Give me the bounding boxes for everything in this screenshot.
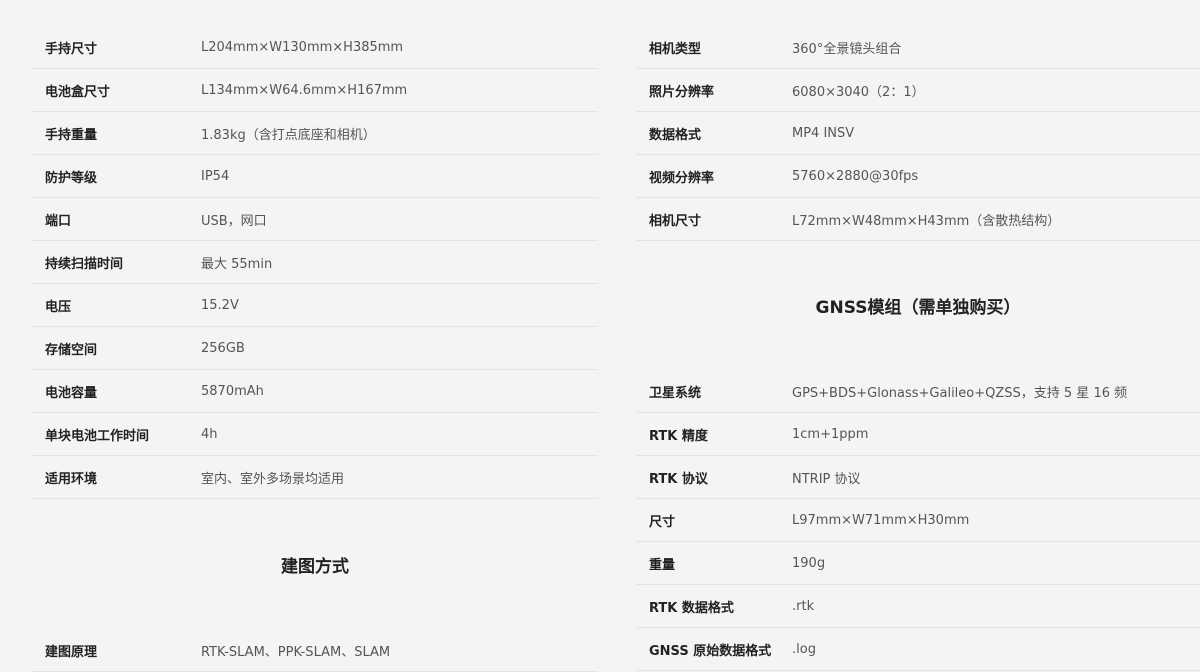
spec-label: 重量 xyxy=(649,557,676,573)
spec-row: 视频分辨率 5760×2880@30fps xyxy=(636,155,1200,198)
spec-row: 重量 190g xyxy=(636,542,1200,585)
spec-row: 存储空间 256GB xyxy=(32,327,598,370)
spec-value: 最大 55min xyxy=(201,256,273,272)
spec-value: 5760×2880@30fps xyxy=(792,168,919,184)
spec-label: 相机尺寸 xyxy=(649,213,702,229)
spec-label: GNSS 原始数据格式 xyxy=(649,643,772,659)
spec-row: 防护等级 IP54 xyxy=(32,155,598,198)
spec-value: .rtk xyxy=(792,598,815,614)
spec-value: .log xyxy=(792,641,816,657)
spec-value: RTK-SLAM、PPK-SLAM、SLAM xyxy=(201,644,391,660)
spec-value: L72mm×W48mm×H43mm（含散热结构） xyxy=(792,213,1061,229)
spec-label: 电池容量 xyxy=(45,385,98,401)
spec-row: 相机尺寸 L72mm×W48mm×H43mm（含散热结构） xyxy=(636,198,1200,241)
spec-label: 相机类型 xyxy=(649,41,702,57)
spec-label: 电压 xyxy=(45,299,72,315)
spec-row: 单块电池工作时间 4h xyxy=(32,413,598,456)
left-spec-table: 手持尺寸 L204mm×W130mm×H385mm 电池盒尺寸 L134mm×W64… xyxy=(32,26,598,499)
spec-value: 190g xyxy=(792,555,826,571)
spec-value: L204mm×W130mm×H385mm xyxy=(201,39,404,55)
spec-row: RTK 数据格式 .rtk xyxy=(636,585,1200,628)
spec-label: RTK 协议 xyxy=(649,471,708,487)
spec-label: 尺寸 xyxy=(649,514,676,530)
spec-row: 卫星系统 GPS+BDS+Glonass+Galileo+QZSS，支持 5 星 … xyxy=(636,370,1200,413)
spec-row: 持续扫描时间 最大 55min xyxy=(32,241,598,284)
spec-label: RTK 数据格式 xyxy=(649,600,734,616)
spec-row: 相机类型 360°全景镜头组合 xyxy=(636,26,1200,69)
spec-value: L134mm×W64.6mm×H167mm xyxy=(201,82,408,98)
spec-value: 6080×3040（2：1） xyxy=(792,84,925,100)
spec-row: 端口 USB，网口 xyxy=(32,198,598,241)
spec-row: RTK 精度 1cm+1ppm xyxy=(636,413,1200,456)
spec-value: L97mm×W71mm×H30mm xyxy=(792,512,970,528)
spec-row: 手持尺寸 L204mm×W130mm×H385mm xyxy=(32,26,598,69)
spec-label: 防护等级 xyxy=(45,170,98,186)
spec-label: RTK 精度 xyxy=(649,428,708,444)
spec-row: 尺寸 L97mm×W71mm×H30mm xyxy=(636,499,1200,542)
spec-value: 256GB xyxy=(201,340,245,356)
spec-label: 适用环境 xyxy=(45,471,98,487)
spec-label: 单块电池工作时间 xyxy=(45,428,150,444)
left-spec-column: 手持尺寸 L204mm×W130mm×H385mm 电池盒尺寸 L134mm×W64… xyxy=(32,26,598,672)
section-title-gnss-module: GNSS模组（需单独购买） xyxy=(815,298,1021,318)
camera-spec-table: 相机类型 360°全景镜头组合 照片分辨率 6080×3040（2：1） 数据格式 M… xyxy=(636,26,1200,241)
spec-label: 存储空间 xyxy=(45,342,98,358)
spec-value: 360°全景镜头组合 xyxy=(792,41,902,57)
spec-row: 手持重量 1.83kg（含打点底座和相机） xyxy=(32,112,598,155)
spec-row: 电池容量 5870mAh xyxy=(32,370,598,413)
right-spec-column: 相机类型 360°全景镜头组合 照片分辨率 6080×3040（2：1） 数据格式 M… xyxy=(636,26,1200,671)
gnss-spec-table: 卫星系统 GPS+BDS+Glonass+Galileo+QZSS，支持 5 星 … xyxy=(636,370,1200,671)
spec-label: 手持尺寸 xyxy=(45,41,98,57)
spec-label: 持续扫描时间 xyxy=(45,256,124,272)
spec-row: 照片分辨率 6080×3040（2：1） xyxy=(636,69,1200,112)
spec-row: 电压 15.2V xyxy=(32,284,598,327)
spec-value: 15.2V xyxy=(201,297,239,313)
spec-label: 建图原理 xyxy=(45,644,98,660)
section-title-mapping-method: 建图方式 xyxy=(281,556,349,577)
spec-label: 视频分辨率 xyxy=(649,170,715,186)
spec-row: RTK 协议 NTRIP 协议 xyxy=(636,456,1200,499)
spec-row: 数据格式 MP4 INSV xyxy=(636,112,1200,155)
spec-page: 手持尺寸 L204mm×W130mm×H385mm 电池盒尺寸 L134mm×W64… xyxy=(0,0,1200,672)
spec-value: 1.83kg（含打点底座和相机） xyxy=(201,127,376,143)
spec-label: 端口 xyxy=(45,213,72,229)
spec-label: 数据格式 xyxy=(649,127,702,143)
spec-value: MP4 INSV xyxy=(792,125,855,141)
spec-label: 电池盒尺寸 xyxy=(45,84,111,100)
spec-value: IP54 xyxy=(201,168,230,184)
spec-value: NTRIP 协议 xyxy=(792,471,861,487)
spec-value: 4h xyxy=(201,426,218,442)
spec-value: GPS+BDS+Glonass+Galileo+QZSS，支持 5 星 16 频 xyxy=(792,385,1128,401)
spec-row: 适用环境 室内、室外多场景均适用 xyxy=(32,456,598,499)
spec-label: 卫星系统 xyxy=(649,385,702,401)
spec-value: 室内、室外多场景均适用 xyxy=(201,471,345,487)
spec-row: 电池盒尺寸 L134mm×W64.6mm×H167mm xyxy=(32,69,598,112)
spec-value: USB，网口 xyxy=(201,213,267,229)
spec-value: 1cm+1ppm xyxy=(792,426,869,442)
spec-label: 手持重量 xyxy=(45,127,98,143)
spec-label: 照片分辨率 xyxy=(649,84,715,100)
spec-row: GNSS 原始数据格式 .log xyxy=(636,628,1200,671)
spec-value: 5870mAh xyxy=(201,383,264,399)
